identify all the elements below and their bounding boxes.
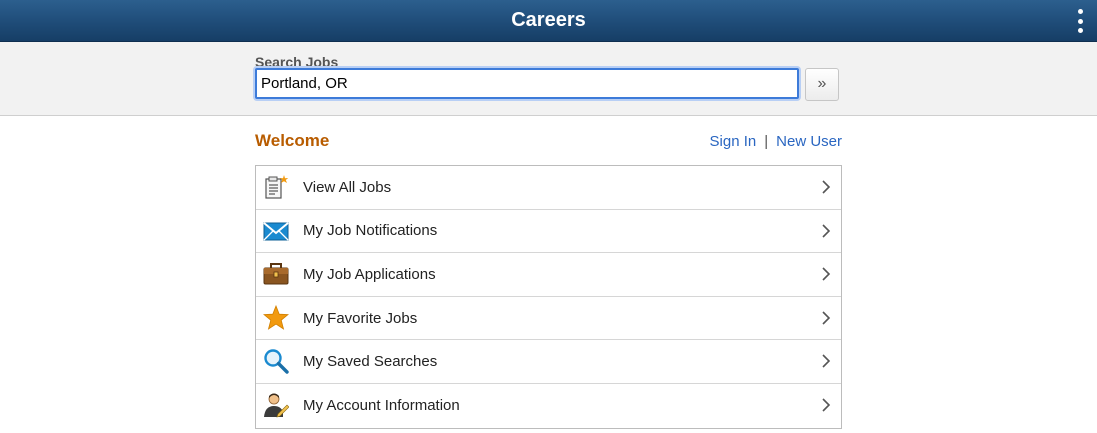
- magnifier-icon: [264, 349, 289, 375]
- menu-item-job-applications[interactable]: My Job Applications: [256, 253, 841, 297]
- welcome-heading: Welcome: [255, 131, 330, 150]
- page-title: Careers: [511, 9, 586, 31]
- menu-item-label: View All Jobs: [303, 178, 392, 196]
- chevron-right-icon: [822, 311, 831, 325]
- search-go-button[interactable]: »: [805, 68, 839, 101]
- chevron-right-icon: [822, 267, 831, 281]
- menu-item-account-information[interactable]: My Account Information: [256, 384, 841, 428]
- menu-item-favorite-jobs[interactable]: My Favorite Jobs: [256, 297, 841, 341]
- menu-item-view-all-jobs[interactable]: View All Jobs: [256, 166, 841, 210]
- menu-item-job-notifications[interactable]: My Job Notifications: [256, 210, 841, 254]
- menu-item-label: My Favorite Jobs: [303, 309, 418, 327]
- careers-menu: View All Jobs My Job Notifications My Jo…: [255, 165, 842, 429]
- menu-item-saved-searches[interactable]: My Saved Searches: [256, 340, 841, 384]
- chevron-right-icon: [822, 398, 831, 412]
- chevron-right-icon: [822, 354, 831, 368]
- job-list-icon: [265, 175, 289, 199]
- account-links: Sign In | New User: [710, 133, 842, 150]
- menu-item-label: My Job Notifications: [303, 222, 438, 240]
- new-user-link[interactable]: New User: [776, 133, 842, 150]
- sign-in-link[interactable]: Sign In: [710, 133, 757, 150]
- link-separator: |: [764, 133, 769, 150]
- search-bar: Search Jobs »: [0, 42, 1097, 116]
- chevron-right-icon: [822, 224, 831, 238]
- menu-item-label: My Account Information: [303, 397, 460, 415]
- user-account-icon: [264, 393, 289, 418]
- star-icon: [263, 304, 289, 330]
- menu-item-label: My Job Applications: [303, 265, 436, 283]
- app-header: Careers: [0, 0, 1097, 42]
- briefcase-icon: [263, 263, 289, 285]
- chevron-right-icon: [822, 180, 831, 194]
- menu-item-label: My Saved Searches: [303, 353, 438, 371]
- envelope-icon: [263, 221, 289, 241]
- search-input[interactable]: [255, 68, 799, 99]
- kebab-menu-icon[interactable]: [1073, 9, 1087, 33]
